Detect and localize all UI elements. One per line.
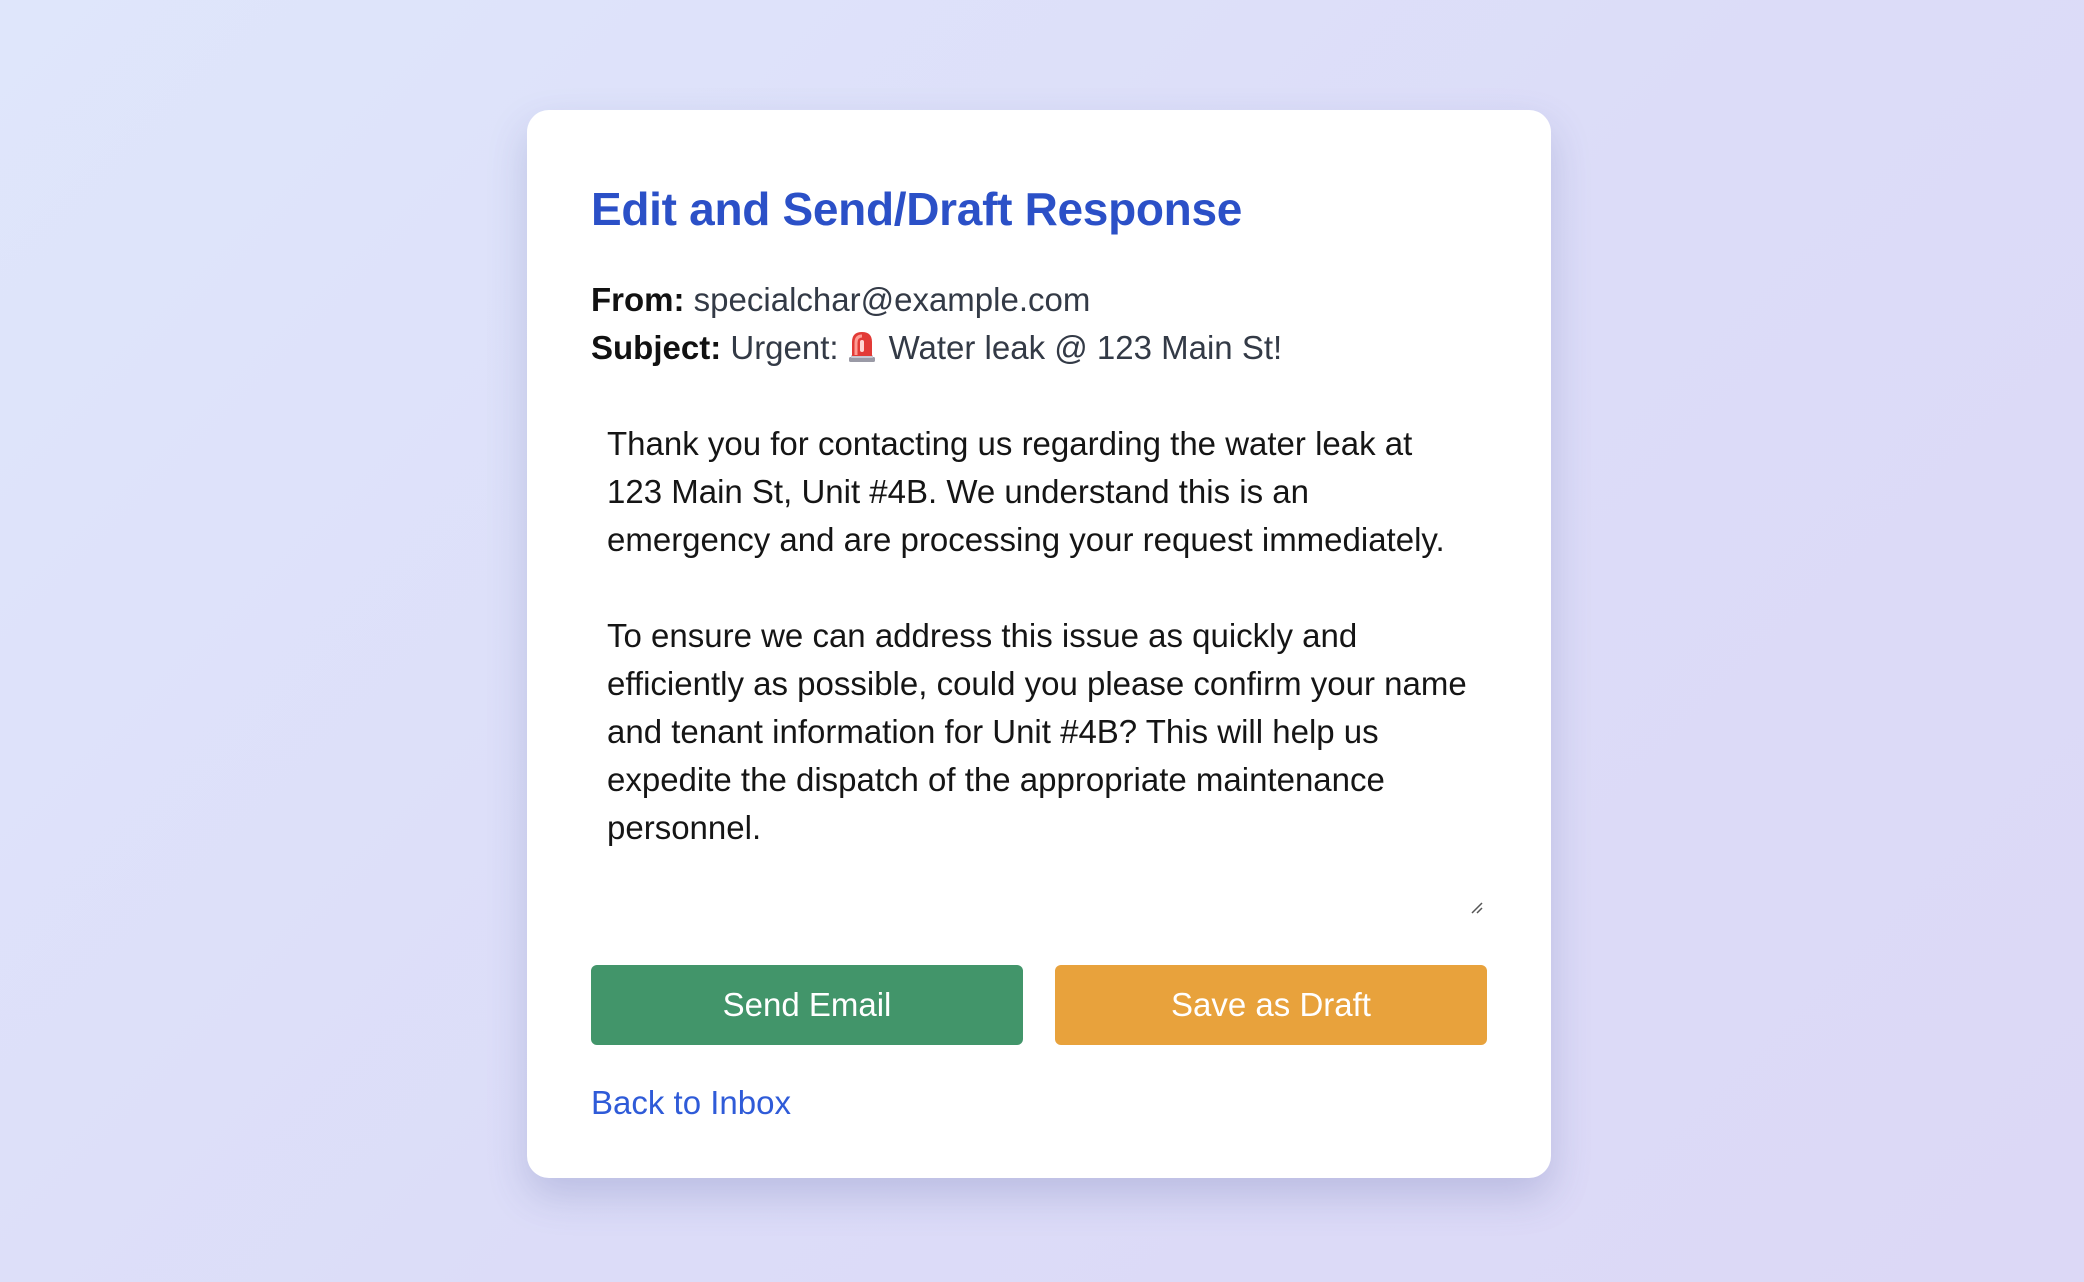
subject-line: Subject: Urgent: Water leak @ 123 Main S… [591,324,1487,372]
subject-prefix: Urgent: [730,329,839,366]
subject-label: Subject: [591,329,722,366]
save-draft-button[interactable]: Save as Draft [1055,965,1487,1045]
action-buttons: Send Email Save as Draft [591,965,1487,1045]
back-to-inbox-link[interactable]: Back to Inbox [591,1083,791,1123]
from-label: From: [591,281,685,318]
page-title: Edit and Send/Draft Response [591,183,1243,235]
siren-icon [847,328,877,362]
subject-rest: Water leak @ 123 Main St! [888,329,1283,366]
from-line: From: specialchar@example.com [591,276,1487,324]
email-meta: From: specialchar@example.com Subject: U… [591,276,1487,372]
send-email-button[interactable]: Send Email [591,965,1023,1045]
response-card: Edit and Send/Draft Response From: speci… [527,110,1551,1178]
resize-handle-icon[interactable] [1469,900,1483,914]
from-value: specialchar@example.com [693,281,1091,318]
response-body-textarea[interactable]: Thank you for contacting us regarding th… [591,420,1487,920]
response-body-text[interactable]: Thank you for contacting us regarding th… [607,420,1471,852]
